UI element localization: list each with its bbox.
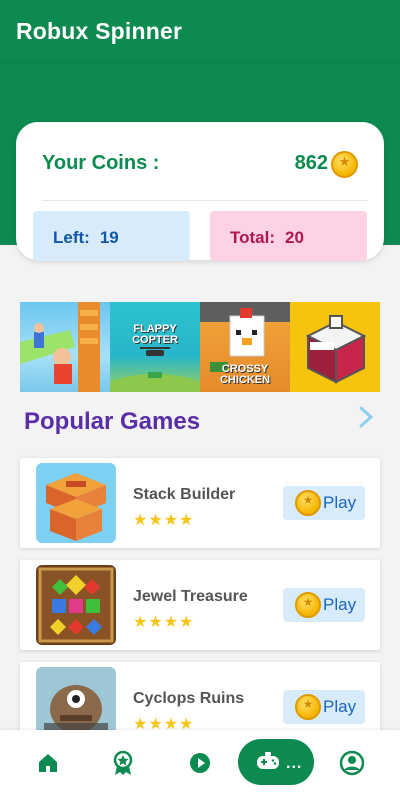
play-label: Play bbox=[323, 493, 357, 512]
bottom-navigation: ... bbox=[0, 730, 400, 800]
coin-star-icon bbox=[331, 151, 358, 178]
game-name: Cyclops Ruins bbox=[133, 690, 245, 707]
chevron-right-icon[interactable] bbox=[358, 405, 374, 436]
total-spins-box: Total: 20 bbox=[210, 211, 367, 261]
rating-stars: ★★★★ bbox=[133, 512, 195, 529]
game-card-stack-builder[interactable]: Stack Builder ★★★★ Play bbox=[20, 458, 380, 548]
flappy-copter-art[interactable]: FLAPPY COPTER bbox=[110, 302, 200, 392]
left-value: 19 bbox=[99, 228, 119, 247]
coin-star-icon bbox=[295, 490, 321, 516]
play-label: Play bbox=[323, 697, 357, 716]
game-name: Jewel Treasure bbox=[133, 588, 248, 605]
left-spins-box: Left: 19 bbox=[33, 211, 190, 261]
total-value: 20 bbox=[285, 228, 304, 247]
play-button[interactable]: Play bbox=[283, 690, 365, 724]
game-name: Stack Builder bbox=[133, 486, 236, 503]
stack-game-art[interactable] bbox=[20, 302, 110, 392]
play-circle-icon[interactable] bbox=[185, 748, 215, 778]
play-button[interactable]: Play bbox=[283, 486, 365, 520]
gamepad-icon bbox=[257, 752, 279, 769]
play-label: Play bbox=[323, 595, 357, 614]
home-icon[interactable] bbox=[33, 748, 63, 778]
games-tab-active[interactable]: ... bbox=[238, 739, 314, 785]
coins-label: Your Coins : bbox=[42, 152, 160, 174]
play-button[interactable]: Play bbox=[283, 588, 365, 622]
profile-icon[interactable] bbox=[337, 748, 367, 778]
popular-games-title: Popular Games bbox=[24, 408, 201, 435]
badge-icon[interactable] bbox=[108, 748, 138, 778]
stack-builder-thumbnail bbox=[36, 463, 116, 543]
left-label: Left: bbox=[53, 228, 90, 247]
house-game-art[interactable] bbox=[290, 302, 380, 392]
game-card-jewel-treasure[interactable]: Jewel Treasure ★★★★ Play bbox=[20, 560, 380, 650]
coins-value: 862 bbox=[294, 152, 328, 174]
jewel-treasure-thumbnail bbox=[36, 565, 116, 645]
coin-card: Your Coins : 862 Left: 19 Total: 20 bbox=[16, 122, 384, 261]
rating-stars: ★★★★ bbox=[133, 614, 195, 631]
coin-star-icon bbox=[295, 694, 321, 720]
games-banner[interactable]: FLAPPY COPTER CROSSY CHICKEN bbox=[20, 302, 380, 392]
crossy-chicken-text: CROSSY CHICKEN bbox=[219, 363, 271, 386]
app-title: Robux Spinner bbox=[16, 18, 183, 44]
crossy-chicken-art[interactable]: CROSSY CHICKEN bbox=[200, 302, 290, 392]
more-dots: ... bbox=[286, 755, 303, 772]
coin-star-icon bbox=[295, 592, 321, 618]
total-label: Total: bbox=[230, 228, 276, 247]
card-divider bbox=[42, 200, 368, 201]
